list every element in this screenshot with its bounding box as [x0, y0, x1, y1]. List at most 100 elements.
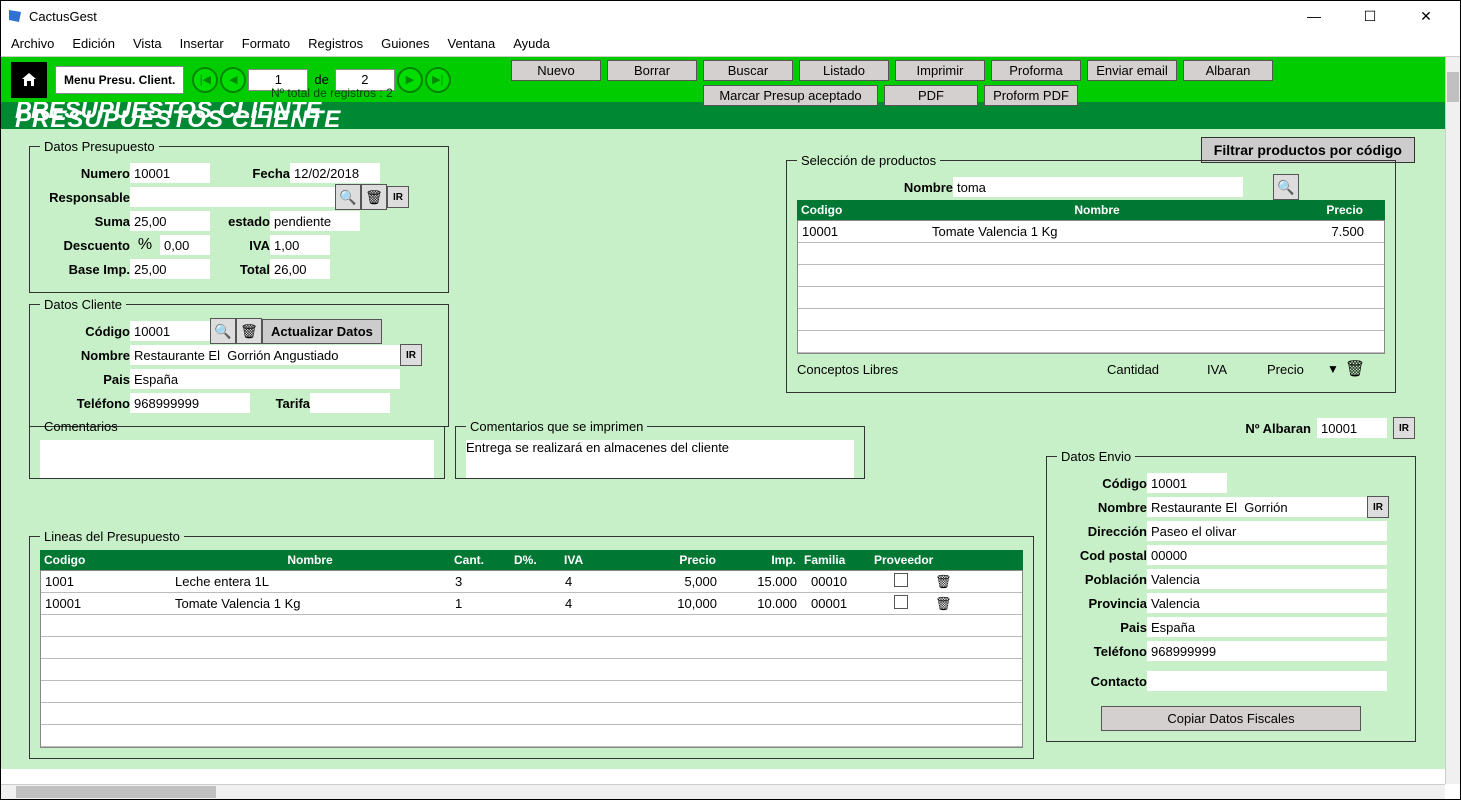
maximize-button[interactable]: ☐: [1352, 4, 1388, 28]
pdf-button[interactable]: PDF: [884, 85, 978, 106]
envio-ir-button[interactable]: IR: [1367, 496, 1389, 518]
trash-icon[interactable]: 🗑: [935, 596, 952, 611]
base-field: [130, 259, 210, 279]
estado-field[interactable]: [270, 211, 360, 231]
menu-vista[interactable]: Vista: [133, 36, 162, 51]
albaran-ir-button[interactable]: IR: [1393, 417, 1415, 439]
hdr-precio: Precio: [1267, 203, 1367, 217]
menu-archivo[interactable]: Archivo: [11, 36, 54, 51]
minimize-button[interactable]: —: [1296, 4, 1332, 28]
fecha-field[interactable]: [290, 163, 380, 183]
cliente-nombre-field[interactable]: [130, 345, 400, 365]
actualizar-datos-button[interactable]: Actualizar Datos: [262, 319, 382, 344]
trash-icon: 🗑: [365, 189, 383, 206]
envio-nombre-field[interactable]: [1147, 497, 1367, 517]
seleccion-nombre-input[interactable]: [953, 177, 1243, 197]
linea-row-empty: [41, 681, 1022, 703]
envio-poblacion-field[interactable]: [1147, 569, 1387, 589]
linea-checkbox[interactable]: [894, 573, 908, 587]
scrollbar-vertical[interactable]: [1445, 57, 1460, 784]
nuevo-button[interactable]: Nuevo: [511, 60, 601, 81]
home-icon: [19, 70, 39, 90]
menu-ayuda[interactable]: Ayuda: [513, 36, 550, 51]
numero-field[interactable]: [130, 163, 210, 183]
proforma-button[interactable]: Proforma: [991, 60, 1081, 81]
scrollbar-thumb[interactable]: [16, 786, 216, 798]
envio-codigo-field[interactable]: [1147, 473, 1227, 493]
hdr-cant: Cant.: [450, 553, 510, 567]
comentarios-textarea[interactable]: [40, 440, 434, 478]
responsable-name-field[interactable]: [180, 187, 335, 207]
home-button[interactable]: [11, 62, 47, 98]
menu-guiones[interactable]: Guiones: [381, 36, 429, 51]
descuento-field[interactable]: [160, 235, 210, 255]
menu-insertar[interactable]: Insertar: [180, 36, 224, 51]
menu-edicion[interactable]: Edición: [72, 36, 115, 51]
menu-formato[interactable]: Formato: [242, 36, 290, 51]
estado-label: estado: [210, 214, 270, 229]
cliente-pais-field[interactable]: [130, 369, 400, 389]
linea-row[interactable]: 10001 Tomate Valencia 1 Kg 1 4 10,000 10…: [41, 593, 1022, 615]
responsable-code-field[interactable]: [130, 187, 180, 207]
responsable-delete-button[interactable]: 🗑: [361, 184, 387, 210]
envio-poblacion-label: Población: [1057, 572, 1147, 587]
hdr-nombre: Nombre: [927, 203, 1267, 217]
buscar-button[interactable]: Buscar: [703, 60, 793, 81]
scrollbar-horizontal[interactable]: [1, 784, 1445, 799]
envio-direccion-field[interactable]: [1147, 521, 1387, 541]
copiar-fiscales-button[interactable]: Copiar Datos Fiscales: [1101, 706, 1361, 731]
comentarios-imprimir-legend: Comentarios que se imprimen: [466, 419, 647, 434]
proform-pdf-button[interactable]: Proform PDF: [984, 85, 1078, 106]
cliente-search-button[interactable]: 🔍: [210, 318, 236, 344]
chevron-down-icon[interactable]: ▼: [1327, 362, 1339, 376]
responsable-ir-button[interactable]: IR: [387, 186, 409, 208]
linea-checkbox[interactable]: [894, 595, 908, 609]
envio-contacto-field[interactable]: [1147, 671, 1387, 691]
comentarios-imprimir-textarea[interactable]: Entrega se realizará en almacenes del cl…: [466, 440, 854, 478]
menu-presu-button[interactable]: Menu Presu. Client.: [55, 66, 184, 94]
datos-presupuesto-group: Datos Presupuesto Numero Fecha Responsab…: [29, 139, 449, 293]
trash-icon[interactable]: 🗑: [935, 574, 952, 589]
lineas-legend: Lineas del Presupuesto: [40, 529, 184, 544]
imprimir-button[interactable]: Imprimir: [895, 60, 985, 81]
cliente-telefono-field[interactable]: [130, 393, 250, 413]
scrollbar-thumb[interactable]: [1447, 72, 1459, 102]
producto-precio: 7.500: [1258, 224, 1368, 239]
envio-telefono-label: Teléfono: [1057, 644, 1147, 659]
menu-registros[interactable]: Registros: [308, 36, 363, 51]
envio-telefono-field[interactable]: [1147, 641, 1387, 661]
menu-ventana[interactable]: Ventana: [448, 36, 496, 51]
cliente-tarifa-field[interactable]: [310, 393, 390, 413]
responsable-label: Responsable: [40, 190, 130, 205]
seleccion-search-button[interactable]: 🔍: [1273, 174, 1299, 200]
linea-row-empty: [41, 615, 1022, 637]
datos-envio-legend: Datos Envio: [1057, 449, 1135, 464]
nav-prev-button[interactable]: ◀: [220, 67, 246, 93]
envio-contacto-label: Contacto: [1057, 674, 1147, 689]
producto-row[interactable]: 10001 Tomate Valencia 1 Kg 7.500: [798, 221, 1384, 243]
datos-cliente-group: Datos Cliente Código 🔍 🗑 Actualizar Dato…: [29, 297, 449, 427]
nav-last-button[interactable]: ▶|: [425, 67, 451, 93]
cliente-telefono-label: Teléfono: [40, 396, 130, 411]
cliente-delete-button[interactable]: 🗑: [236, 318, 262, 344]
listado-button[interactable]: Listado: [799, 60, 889, 81]
envio-cp-field[interactable]: [1147, 545, 1387, 565]
albaran-num-field[interactable]: [1317, 418, 1387, 438]
nav-first-button[interactable]: |◀: [192, 67, 218, 93]
envio-provincia-field[interactable]: [1147, 593, 1387, 613]
borrar-button[interactable]: Borrar: [607, 60, 697, 81]
albaran-button[interactable]: Albaran: [1183, 60, 1273, 81]
producto-row-empty: [798, 243, 1384, 265]
marcar-aceptado-button[interactable]: Marcar Presup aceptado: [703, 85, 878, 106]
linea-row[interactable]: 1001 Leche entera 1L 3 4 5,000 15.000 00…: [41, 571, 1022, 593]
cliente-ir-button[interactable]: IR: [400, 344, 422, 366]
envio-pais-field[interactable]: [1147, 617, 1387, 637]
enviar-email-button[interactable]: Enviar email: [1087, 60, 1177, 81]
nav-next-button[interactable]: ▶: [397, 67, 423, 93]
trash-icon[interactable]: 🗑: [1345, 359, 1365, 379]
responsable-search-button[interactable]: 🔍: [335, 184, 361, 210]
cliente-codigo-field[interactable]: [130, 321, 210, 341]
hdr-iva: IVA: [560, 553, 620, 567]
close-button[interactable]: ✕: [1408, 4, 1444, 28]
producto-row-empty: [798, 309, 1384, 331]
